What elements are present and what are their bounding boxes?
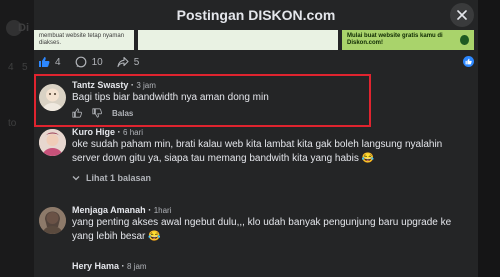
comment-item: Hery Hama · 8 jam [34,261,478,277]
reaction-badge[interactable] [463,56,474,67]
comment-list: Tantz Swasty · 3 jam Bagi tips biar band… [34,74,478,277]
avatar[interactable] [39,84,66,111]
post-image-tile-left: membuat website tetap nyaman diakses. [34,30,134,50]
post-image-left-text: membuat website tetap nyaman diakses. [39,33,125,46]
comment-text: oke sudah paham min, brati kalau web kit… [72,139,443,164]
comment-author[interactable]: Kuro Hige · 6 hari [72,127,470,137]
like-count[interactable]: 4 [38,56,61,68]
chevron-down-icon [72,176,80,181]
comment-time[interactable]: 6 hari [123,128,143,137]
comment-item: Kuro Hige · 6 hari oke sudah paham min, … [34,127,478,205]
share-icon [117,56,129,68]
avatar-image [39,129,66,156]
thumbs-up-icon [39,57,50,67]
comment-text: yang penting akses awal ngebut dulu,,, k… [72,217,452,242]
comment-author[interactable]: Hery Hama · 8 jam [72,261,470,271]
post-image-tile-middle [138,30,338,50]
comment-icon [75,56,86,68]
comment-count-value: 10 [91,56,103,68]
share-count[interactable]: 5 [117,56,140,68]
highlight-box [34,74,371,127]
comment-author[interactable]: Menjaga Amanah · 1hari [72,205,470,215]
modal-header: Postingan DISKON.com [34,0,478,30]
close-icon [457,10,467,20]
comment-time[interactable]: 1hari [154,206,172,215]
reactions-bar: 4 10 5 [34,52,478,72]
comment-item: Tantz Swasty · 3 jam Bagi tips biar band… [34,74,478,127]
post-image-right-text: Mulai buat website gratis kamu di Diskon… [347,33,443,46]
comment-count[interactable]: 10 [75,56,103,68]
view-replies-link[interactable]: Lihat 1 balasan [72,173,470,183]
avatar[interactable] [39,129,66,156]
thumbs-up-icon [465,58,472,65]
post-image[interactable]: membuat website tetap nyaman diakses. Mu… [34,30,478,50]
post-modal: Postingan DISKON.com membuat website tet… [34,0,478,277]
arrow-right-icon [460,35,469,45]
close-button[interactable] [450,3,474,27]
modal-title: Postingan DISKON.com [176,7,336,23]
avatar-image [42,88,63,111]
like-count-value: 4 [55,56,61,68]
avatar-image [39,207,66,234]
share-count-value: 5 [133,56,140,68]
avatar[interactable] [39,207,66,234]
view-replies-label: Lihat 1 balasan [86,173,152,183]
comment-item: Menjaga Amanah · 1hari yang penting akse… [34,205,478,261]
post-image-tile-right: Mulai buat website gratis kamu di Diskon… [342,30,474,50]
comment-time[interactable]: 8 jam [127,262,147,271]
